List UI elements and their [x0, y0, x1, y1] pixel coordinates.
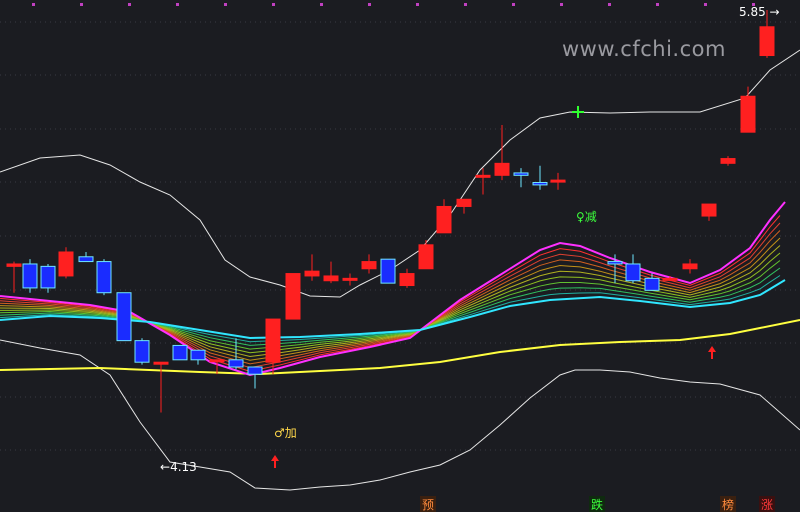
candle-body	[153, 361, 169, 365]
candle-body	[6, 263, 22, 267]
bottom-tag-fall[interactable]: 跌	[589, 496, 606, 512]
candle-body	[40, 265, 56, 289]
top-marker	[272, 3, 275, 6]
candle-body	[701, 203, 717, 217]
candle-body	[285, 273, 301, 320]
candle-body	[759, 26, 775, 57]
candle-body	[720, 158, 736, 164]
top-marker	[176, 3, 179, 6]
candle-body	[682, 263, 698, 270]
candle-body	[513, 172, 529, 176]
bottom-tag-ranking[interactable]: 榜	[720, 496, 737, 512]
candle-body	[247, 366, 263, 375]
male-symbol-icon: ♂	[274, 426, 285, 440]
candlestick-chart: www.cfchi.com 5.85 → ←4.13 ♂加 ♀减 预 跌 榜 涨	[0, 0, 800, 512]
top-marker	[560, 3, 563, 6]
candle-body	[323, 275, 339, 282]
price-low-label: ←4.13	[160, 460, 197, 474]
bollinger-lower-line	[0, 339, 800, 491]
candle-body	[22, 263, 38, 289]
candle-body	[662, 277, 678, 281]
add-signal-label: ♂加	[274, 426, 297, 440]
top-marker	[320, 3, 323, 6]
chart-canvas	[0, 3, 800, 491]
reduce-signal-label: ♀减	[576, 210, 597, 224]
candle-body	[607, 261, 623, 265]
candle-body	[532, 182, 548, 186]
candle-body	[190, 349, 206, 361]
top-marker	[656, 3, 659, 6]
candle-body	[78, 256, 94, 263]
up-arrow-icon	[708, 346, 716, 359]
candle-body	[475, 174, 491, 178]
bollinger-upper-line	[0, 49, 800, 298]
up-arrow-icon	[271, 455, 279, 468]
candle-body	[304, 270, 320, 277]
candle-body	[380, 258, 396, 284]
top-marker	[608, 3, 611, 6]
candle-body	[134, 340, 150, 363]
female-symbol-icon: ♀	[576, 210, 585, 224]
candle-body	[342, 277, 358, 281]
top-marker	[224, 3, 227, 6]
candle-body	[494, 162, 510, 176]
arrow-right-icon: →	[765, 5, 780, 19]
candle-body	[58, 251, 74, 277]
bottom-tag-forecast[interactable]: 预	[420, 496, 437, 512]
candle-body	[740, 95, 756, 133]
ma-pink-line	[0, 201, 786, 377]
watermark: www.cfchi.com	[562, 37, 726, 61]
candle-body	[456, 198, 472, 207]
top-marker	[464, 3, 467, 6]
top-marker	[128, 3, 131, 6]
price-high-label: 5.85 →	[739, 5, 780, 19]
top-marker	[80, 3, 83, 6]
candle-body	[399, 273, 415, 287]
top-marker	[512, 3, 515, 6]
candle-body	[96, 261, 112, 294]
top-marker	[368, 3, 371, 6]
top-marker	[32, 3, 35, 6]
top-marker	[704, 3, 707, 6]
candle-body	[418, 244, 434, 270]
candle-body	[625, 263, 641, 282]
candle-body	[436, 205, 452, 234]
candle-body	[550, 179, 566, 183]
candle-body	[361, 261, 377, 270]
candle-body	[172, 344, 188, 361]
top-marker	[416, 3, 419, 6]
candle-body	[644, 277, 660, 291]
candle-body	[265, 318, 281, 363]
green-marker-icon	[572, 106, 584, 118]
arrow-left-icon: ←	[160, 460, 171, 474]
candle-body	[228, 359, 244, 368]
candle-body	[209, 359, 225, 363]
candle-body	[116, 292, 132, 342]
bottom-tag-rise[interactable]: 涨	[759, 496, 776, 512]
